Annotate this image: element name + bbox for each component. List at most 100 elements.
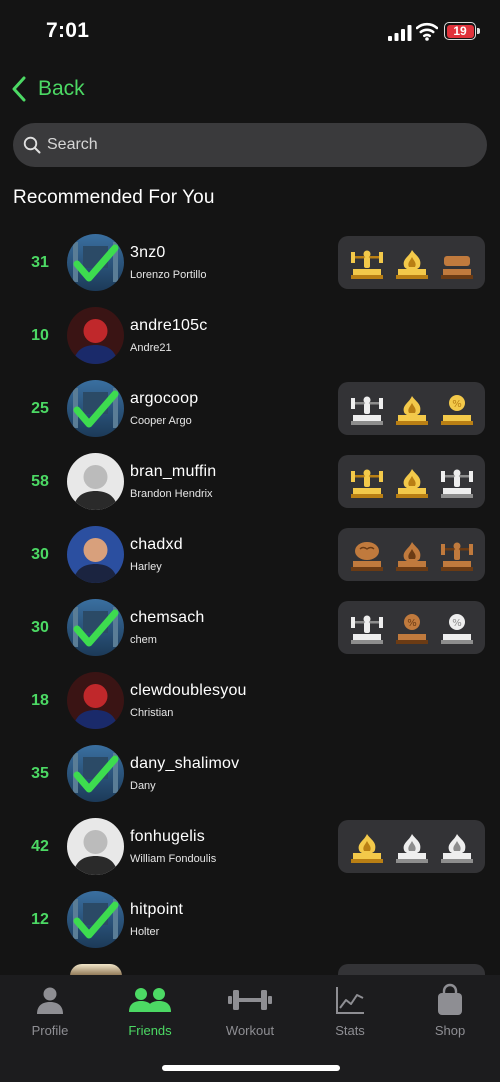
trophy-icon: % [438,390,476,428]
user-rank: 10 [31,326,49,344]
trophy-case[interactable] [338,455,485,508]
username: bran_muffin [130,463,217,480]
trophy-case[interactable] [338,528,485,581]
username: chemsach [130,609,205,626]
username: fonhugelis [130,828,205,845]
trophy-icon [438,244,476,282]
search-bar[interactable] [13,123,487,167]
display-name: Harley [130,561,162,573]
user-rank: 12 [31,910,49,928]
user-row[interactable]: 31 3nz0 Lorenzo Portillo [0,226,500,299]
back-label: Back [38,77,85,100]
username: andre105c [130,317,208,334]
friends-icon [129,988,171,1012]
bag-icon [438,983,462,1015]
svg-text:%: % [452,399,462,410]
user-row[interactable]: 30 chadxd Harley [0,518,500,591]
tab-label: Shop [434,1023,466,1038]
dumbbell-icon [228,990,272,1010]
username: argocoop [130,390,199,407]
user-rank: 18 [31,691,49,709]
tab-stats[interactable]: Stats [300,983,400,1047]
username: dany_shalimov [130,755,240,772]
trophy-case[interactable]: %% [338,601,485,654]
trophy-icon [393,536,431,574]
display-name: Brandon Hendrix [130,488,213,500]
display-name: Dany [130,780,156,792]
trophy-icon [393,828,431,866]
tab-workout[interactable]: Workout [200,983,300,1047]
display-name: Christian [130,707,174,719]
avatar[interactable] [67,672,124,729]
user-rank: 25 [31,399,49,417]
avatar[interactable] [67,307,124,364]
display-name: chem [130,634,157,646]
svg-text:%: % [407,618,417,629]
svg-text:%: % [452,618,462,629]
wifi-icon [416,22,438,41]
cellular-signal-icon [388,25,412,41]
trophy-case[interactable] [338,236,485,289]
search-icon [23,136,41,154]
trophy-case[interactable] [338,820,485,873]
avatar[interactable] [67,891,124,948]
user-row[interactable]: 12 hitpoint Holter [0,883,500,956]
trophy-case[interactable]: % [338,382,485,435]
trophy-icon [348,463,386,501]
user-list: 31 3nz0 Lorenzo Portillo 10 andre105c Andre21… [0,226,500,956]
user-rank: 42 [31,837,49,855]
tab-label: Stats [335,1023,365,1038]
trophy-icon: % [438,609,476,647]
tab-profile[interactable]: Profile [0,983,100,1047]
battery-level: 19 [446,24,474,38]
avatar[interactable] [67,380,124,437]
avatar[interactable] [67,745,124,802]
user-row[interactable]: 18 clewdoublesyou Christian [0,664,500,737]
trophy-icon [348,609,386,647]
user-row[interactable]: 58 bran_muffin Brandon Hendrix [0,445,500,518]
home-indicator[interactable] [162,1065,340,1071]
display-name: Lorenzo Portillo [130,269,207,281]
chevron-left-icon [12,76,26,102]
trophy-icon [438,463,476,501]
tab-friends[interactable]: Friends [100,983,200,1047]
trophy-icon: % [393,609,431,647]
user-rank: 35 [31,764,49,782]
user-row[interactable]: 42 fonhugelis William Fondoulis [0,810,500,883]
trophy-icon [438,536,476,574]
user-row[interactable]: 35 dany_shalimov Dany [0,737,500,810]
user-rank: 58 [31,472,49,490]
avatar[interactable] [67,526,124,583]
person-icon [37,987,63,1014]
status-bar: 7:01 19 [0,0,500,62]
search-input[interactable] [47,136,447,154]
trophy-icon [348,828,386,866]
trophy-icon [348,244,386,282]
tab-shop[interactable]: Shop [400,983,500,1047]
username: chadxd [130,536,183,553]
tab-label: Workout [225,1023,275,1038]
avatar[interactable] [67,234,124,291]
tab-label: Profile [31,1023,69,1038]
user-rank: 31 [31,253,49,271]
user-row[interactable]: 10 andre105c Andre21 [0,299,500,372]
back-button[interactable]: Back [10,74,85,104]
trophy-icon [348,390,386,428]
username: hitpoint [130,901,184,918]
app-screen: 7:01 19 Back Recommended For You 31 [0,0,500,1082]
user-row[interactable]: 30 chemsach chem%% [0,591,500,664]
display-name: Holter [130,926,160,938]
status-time: 7:01 [46,19,90,42]
avatar[interactable] [67,599,124,656]
display-name: William Fondoulis [130,853,217,865]
avatar[interactable] [67,818,124,875]
avatar[interactable] [67,453,124,510]
display-name: Cooper Argo [130,415,192,427]
trophy-icon [393,244,431,282]
trophy-icon [438,828,476,866]
section-title: Recommended For You [13,187,215,208]
chart-icon [336,987,364,1014]
user-rank: 30 [31,618,49,636]
trophy-icon [348,536,386,574]
user-row[interactable]: 25 argocoop Cooper Argo% [0,372,500,445]
